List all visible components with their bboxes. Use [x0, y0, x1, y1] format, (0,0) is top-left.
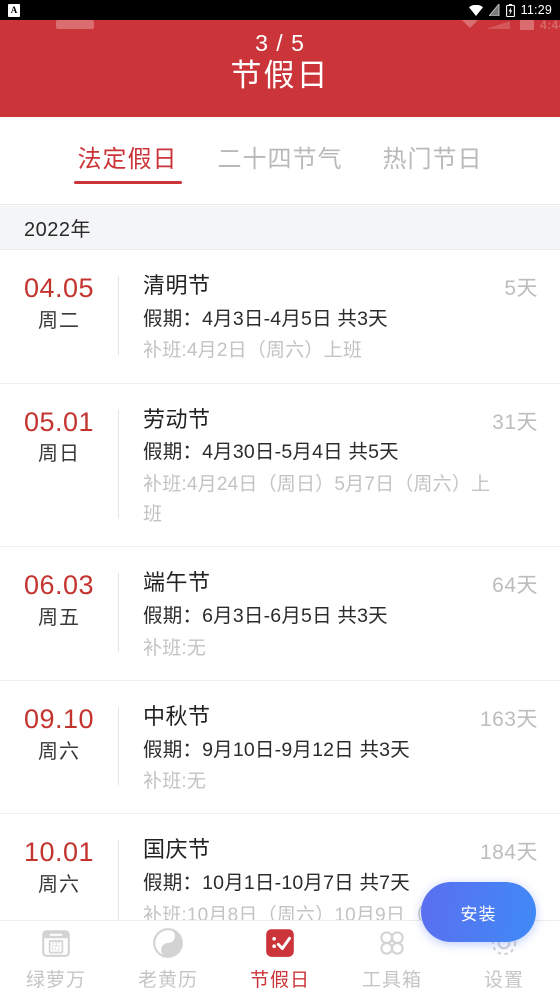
holiday-countdown: 163天 — [479, 707, 538, 731]
holiday-row[interactable]: 09.10 周六 中秋节 假期：9月10日-9月12日 共3天 补班:无 163… — [0, 681, 560, 815]
holiday-weekday: 周日 — [38, 443, 80, 466]
holiday-makeup-workday: 补班:无 — [143, 771, 207, 792]
holiday-info: 清明节 假期：4月3日-4月5日 共3天 补班:4月2日（周六）上班 — [119, 266, 504, 367]
holiday-name: 中秋节 — [143, 703, 211, 729]
status-bar-clock: 11:29 — [520, 3, 552, 17]
nav-item-almanac[interactable]: 老黄历 — [112, 926, 224, 992]
holiday-weekday: 周六 — [38, 874, 80, 897]
holiday-period: 假期：4月30日-5月4日 共5天 — [143, 441, 399, 464]
holiday-date-block: 05.01 周日 — [0, 400, 118, 470]
holiday-weekday: 周六 — [38, 740, 80, 763]
holiday-info: 劳动节 假期：4月30日-5月4日 共5天 补班:4月24日（周日）5月7日（周… — [119, 400, 492, 531]
holiday-makeup-workday: 补班:4月2日（周六）上班 — [143, 340, 363, 362]
tab-label: 二十四节气 — [217, 146, 343, 173]
tab-label: 热门节日 — [382, 146, 483, 173]
holiday-period: 假期：4月3日-4月5日 共3天 — [143, 307, 388, 330]
holiday-countdown: 64天 — [492, 574, 538, 598]
nav-label: 绿萝万 — [25, 970, 86, 991]
install-button[interactable]: 安装 — [421, 882, 536, 942]
tab-popular-festivals[interactable]: 热门节日 — [377, 135, 489, 186]
checklist-icon — [266, 929, 294, 957]
nav-label: 老黄历 — [137, 970, 198, 991]
install-button-label: 安装 — [460, 904, 497, 924]
holiday-date: 09.10 — [23, 703, 95, 734]
screenshot-counter-overlay: 3 / 5 — [255, 30, 305, 56]
nav-item-holidays[interactable]: 节假日 — [224, 926, 336, 992]
category-tabs: 法定假日 二十四节气 热门节日 — [0, 117, 560, 205]
signal-icon — [488, 4, 500, 16]
holiday-list[interactable]: 04.05 周二 清明节 假期：4月3日-4月5日 共3天 补班:4月2日（周六… — [0, 250, 560, 920]
wifi-icon — [468, 4, 483, 16]
holiday-name: 清明节 — [143, 273, 211, 298]
holiday-row[interactable]: 04.05 周二 清明节 假期：4月3日-4月5日 共3天 补班:4月2日（周六… — [0, 250, 560, 384]
grid-dots-icon — [380, 931, 404, 955]
holiday-makeup-workday: 补班:4月24日（周日）5月7日（周六）上班 — [143, 473, 491, 525]
holiday-date-block: 04.05 周二 — [0, 266, 118, 336]
holiday-name: 劳动节 — [143, 406, 211, 432]
page-title: 节假日 — [230, 58, 330, 93]
year-label: 2022年 — [24, 219, 91, 241]
holiday-period: 假期：6月3日-6月5日 共3天 — [143, 605, 388, 628]
app-badge-icon: A — [8, 3, 20, 17]
status-bar-left: A — [8, 3, 20, 17]
svg-text:历: 历 — [51, 942, 60, 952]
holiday-makeup-workday: 补班:无 — [143, 637, 207, 659]
holiday-countdown: 31天 — [492, 410, 538, 434]
holiday-name: 国庆节 — [143, 837, 211, 863]
nav-label: 工具箱 — [361, 970, 422, 991]
nav-item-calendar[interactable]: 历 绿萝万 — [0, 926, 112, 992]
tab-solar-terms[interactable]: 二十四节气 — [212, 135, 349, 186]
battery-charging-icon — [505, 3, 515, 17]
year-section-header: 2022年 — [0, 206, 560, 250]
tab-label: 法定假日 — [77, 146, 178, 173]
holiday-date-block: 10.01 周六 — [0, 830, 118, 900]
nav-label: 设置 — [483, 970, 524, 991]
tab-statutory-holidays[interactable]: 法定假日 — [72, 135, 184, 186]
holiday-date-block: 09.10 周六 — [0, 697, 118, 767]
nav-label: 节假日 — [249, 970, 310, 991]
holiday-date-block: 06.03 周五 — [0, 563, 118, 633]
status-bar: A 11:29 — [0, 0, 560, 20]
holiday-weekday: 周五 — [38, 607, 80, 630]
holiday-name: 端午节 — [143, 570, 211, 596]
holiday-info: 中秋节 假期：9月10日-9月12日 共3天 补班:无 — [119, 697, 480, 798]
holiday-countdown: 184天 — [479, 841, 538, 865]
nav-item-toolbox[interactable]: 工具箱 — [336, 926, 448, 992]
holiday-info: 端午节 假期：6月3日-6月5日 共3天 补班:无 — [119, 563, 492, 664]
holiday-date: 04.05 — [23, 273, 95, 303]
holiday-row[interactable]: 06.03 周五 端午节 假期：6月3日-6月5日 共3天 补班:无 64天 — [0, 547, 560, 681]
holiday-date: 06.03 — [23, 570, 95, 601]
holiday-row[interactable]: 05.01 周日 劳动节 假期：4月30日-5月4日 共5天 补班:4月24日（… — [0, 384, 560, 548]
yinyang-icon — [153, 928, 183, 958]
status-bar-right: 11:29 — [468, 3, 552, 17]
holiday-countdown: 5天 — [504, 277, 538, 300]
holiday-date: 05.01 — [23, 406, 95, 437]
holiday-weekday: 周二 — [38, 309, 80, 332]
holiday-period: 假期：9月10日-9月12日 共3天 — [143, 738, 410, 761]
holiday-date: 10.01 — [23, 837, 95, 868]
app-screen: A 11:29 节假日 4:44 3 / 5 — [0, 0, 560, 997]
calendar-icon: 历 — [42, 930, 70, 957]
